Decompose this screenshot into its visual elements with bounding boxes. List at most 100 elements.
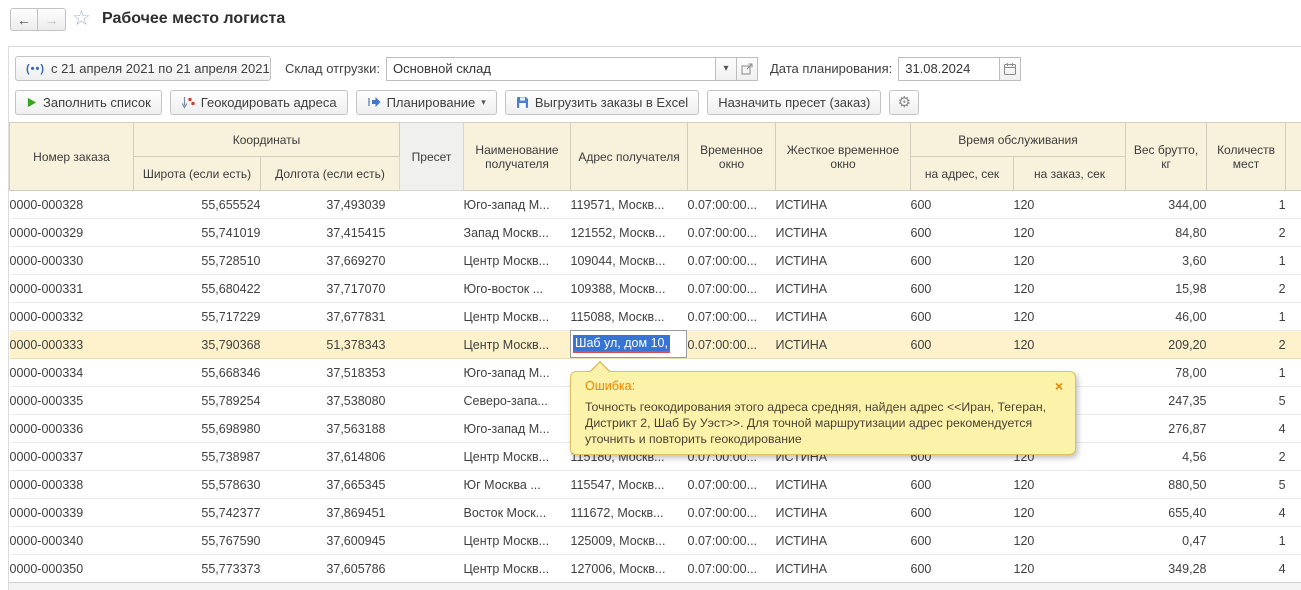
cell-hard-time-window[interactable]: ИСТИНА — [776, 331, 911, 359]
cell-time-window[interactable]: 0.07:00:00... — [688, 191, 776, 219]
cell-latitude[interactable]: 55,578630 — [134, 471, 261, 499]
cell-per-address[interactable]: 600 — [911, 331, 1014, 359]
cell-hard-time-window[interactable]: ИСТИНА — [776, 219, 911, 247]
cell-hard-time-window[interactable]: ИСТИНА — [776, 555, 911, 583]
cell-latitude[interactable]: 35,790368 — [134, 331, 261, 359]
cell-per-order[interactable]: 120 — [1014, 219, 1126, 247]
cell-recipient-name[interactable]: Юго-запад М... — [464, 415, 571, 443]
cell-places-count[interactable]: 1 — [1207, 303, 1286, 331]
cell-order-number[interactable]: 0000-000333 — [10, 331, 134, 359]
cell-longitude[interactable]: 37,614806 — [261, 443, 400, 471]
table-row[interactable]: 0000-000328 55,655524 37,493039 Юго-запа… — [10, 191, 1301, 219]
cell-per-order[interactable]: 120 — [1014, 527, 1126, 555]
cell-order-number[interactable]: 0000-000340 — [10, 527, 134, 555]
cell-time-window[interactable]: 0.07:00:00... — [688, 527, 776, 555]
cell-order-number[interactable]: 0000-000332 — [10, 303, 134, 331]
cell-latitude[interactable]: 55,773373 — [134, 555, 261, 583]
cell-places-count[interactable]: 1 — [1207, 247, 1286, 275]
cell-gross-weight[interactable]: 349,28 — [1126, 555, 1207, 583]
cell-per-order[interactable]: 120 — [1014, 471, 1126, 499]
cell-latitude[interactable]: 55,680422 — [134, 275, 261, 303]
cell-longitude[interactable]: 37,493039 — [261, 191, 400, 219]
cell-places-count[interactable]: 5 — [1207, 471, 1286, 499]
cell-order-number[interactable]: 0000-000334 — [10, 359, 134, 387]
cell-time-window[interactable]: 0.07:00:00... — [688, 303, 776, 331]
cell-latitude[interactable]: 55,738987 — [134, 443, 261, 471]
cell-preset[interactable] — [400, 443, 464, 471]
cell-recipient-address[interactable]: 115547, Москв... — [571, 471, 688, 499]
cell-hard-time-window[interactable]: ИСТИНА — [776, 303, 911, 331]
cell-time-window[interactable]: 0.07:00:00... — [688, 555, 776, 583]
cell-latitude[interactable]: 55,767590 — [134, 527, 261, 555]
cell-longitude[interactable]: 37,717070 — [261, 275, 400, 303]
cell-latitude[interactable]: 55,698980 — [134, 415, 261, 443]
cell-per-address[interactable]: 600 — [911, 275, 1014, 303]
cell-recipient-name[interactable]: Центр Москв... — [464, 527, 571, 555]
cell-recipient-name[interactable]: Юго-запад М... — [464, 359, 571, 387]
cell-order-number[interactable]: 0000-000336 — [10, 415, 134, 443]
cell-longitude[interactable]: 51,378343 — [261, 331, 400, 359]
cell-places-count[interactable]: 2 — [1207, 275, 1286, 303]
warehouse-dropdown-button[interactable]: ▾ — [716, 57, 737, 81]
cell-gross-weight[interactable]: 655,40 — [1126, 499, 1207, 527]
cell-recipient-address[interactable]: 119571, Москв... — [571, 191, 688, 219]
planning-menu-button[interactable]: Планирование ▾ — [356, 90, 497, 115]
cell-preset[interactable] — [400, 303, 464, 331]
table-row[interactable]: 0000-000350 55,773373 37,605786 Центр Мо… — [10, 555, 1301, 583]
cell-preset[interactable] — [400, 471, 464, 499]
cell-hard-time-window[interactable]: ИСТИНА — [776, 471, 911, 499]
cell-preset[interactable] — [400, 415, 464, 443]
cell-time-window[interactable]: 0.07:00:00... — [688, 331, 776, 359]
cell-places-count[interactable]: 1 — [1207, 527, 1286, 555]
cell-recipient-name[interactable]: Юг Москва ... — [464, 471, 571, 499]
settings-button[interactable]: ⚙ — [889, 90, 919, 115]
cell-per-order[interactable]: 120 — [1014, 275, 1126, 303]
cell-per-address[interactable]: 600 — [911, 191, 1014, 219]
cell-hard-time-window[interactable]: ИСТИНА — [776, 247, 911, 275]
cell-latitude[interactable]: 55,717229 — [134, 303, 261, 331]
cell-recipient-address[interactable]: 115088, Москв... — [571, 303, 688, 331]
cell-preset[interactable] — [400, 247, 464, 275]
fill-list-button[interactable]: Заполнить список — [15, 90, 162, 115]
table-row[interactable]: 0000-000331 55,680422 37,717070 Юго-вост… — [10, 275, 1301, 303]
cell-recipient-name[interactable]: Запад Москв... — [464, 219, 571, 247]
cell-gross-weight[interactable]: 247,35 — [1126, 387, 1207, 415]
cell-order-number[interactable]: 0000-000329 — [10, 219, 134, 247]
cell-time-window[interactable]: 0.07:00:00... — [688, 219, 776, 247]
cell-per-address[interactable]: 600 — [911, 247, 1014, 275]
cell-gross-weight[interactable]: 15,98 — [1126, 275, 1207, 303]
cell-per-address[interactable]: 600 — [911, 527, 1014, 555]
cell-places-count[interactable]: 4 — [1207, 555, 1286, 583]
cell-longitude[interactable]: 37,538080 — [261, 387, 400, 415]
cell-latitude[interactable]: 55,728510 — [134, 247, 261, 275]
cell-order-number[interactable]: 0000-000337 — [10, 443, 134, 471]
table-row[interactable]: 0000-000330 55,728510 37,669270 Центр Мо… — [10, 247, 1301, 275]
close-icon[interactable]: × — [1055, 380, 1063, 392]
cell-recipient-name[interactable]: Северо-запа... — [464, 387, 571, 415]
favorite-star-icon[interactable]: ☆ — [72, 6, 91, 31]
cell-gross-weight[interactable]: 276,87 — [1126, 415, 1207, 443]
cell-places-count[interactable]: 4 — [1207, 499, 1286, 527]
cell-recipient-address[interactable]: 109044, Москв... — [571, 247, 688, 275]
cell-gross-weight[interactable]: 209,20 — [1126, 331, 1207, 359]
table-row[interactable]: 0000-000329 55,741019 37,415415 Запад Мо… — [10, 219, 1301, 247]
cell-recipient-name[interactable]: Центр Москв... — [464, 331, 571, 359]
cell-per-order[interactable]: 120 — [1014, 555, 1126, 583]
cell-recipient-address[interactable]: 109388, Москв... — [571, 275, 688, 303]
cell-places-count[interactable]: 1 — [1207, 359, 1286, 387]
cell-order-number[interactable]: 0000-000339 — [10, 499, 134, 527]
export-excel-button[interactable]: Выгрузить заказы в Excel — [505, 90, 699, 115]
cell-per-order[interactable]: 120 — [1014, 191, 1126, 219]
cell-order-number[interactable]: 0000-000331 — [10, 275, 134, 303]
cell-gross-weight[interactable]: 84,80 — [1126, 219, 1207, 247]
cell-latitude[interactable]: 55,789254 — [134, 387, 261, 415]
cell-places-count[interactable]: 4 — [1207, 415, 1286, 443]
cell-per-address[interactable]: 600 — [911, 555, 1014, 583]
warehouse-open-button[interactable] — [737, 57, 758, 81]
cell-preset[interactable] — [400, 191, 464, 219]
cell-places-count[interactable]: 2 — [1207, 331, 1286, 359]
cell-recipient-name[interactable]: Центр Москв... — [464, 303, 571, 331]
cell-gross-weight[interactable]: 0,47 — [1126, 527, 1207, 555]
cell-preset[interactable] — [400, 499, 464, 527]
cell-recipient-address[interactable]: 127006, Москв... — [571, 555, 688, 583]
